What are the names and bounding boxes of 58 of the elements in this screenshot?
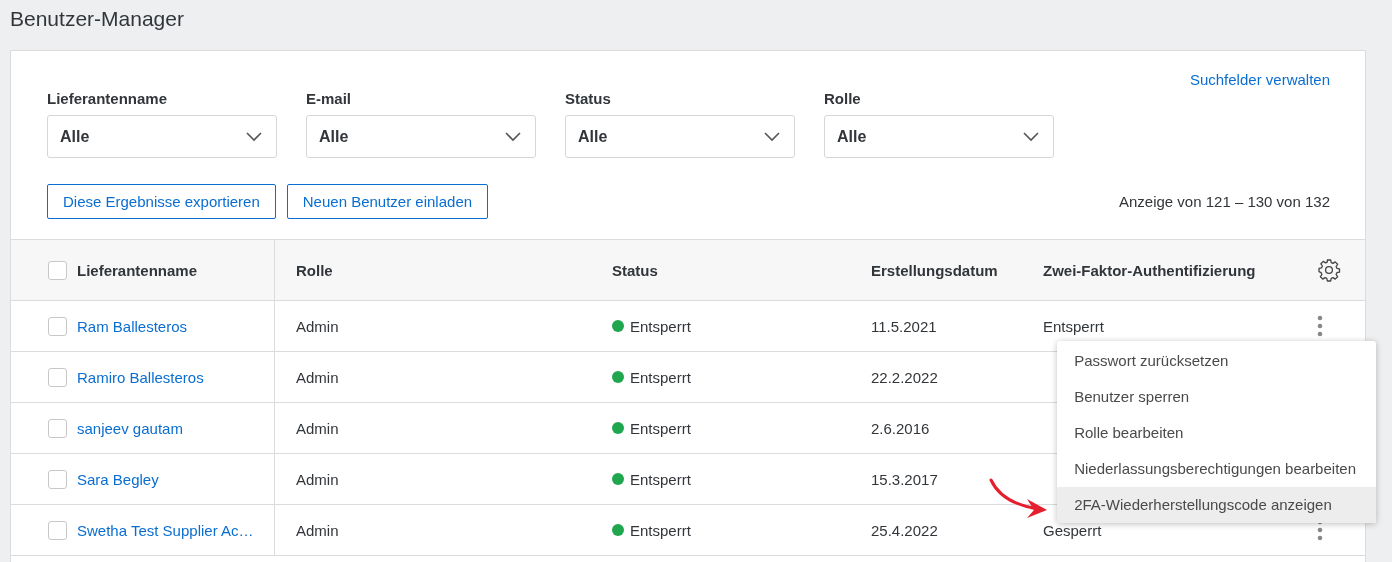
menu-item[interactable]: 2FA-Wiederherstellungscode anzeigen [1057,487,1376,523]
checkbox[interactable] [48,367,67,387]
user-name-link[interactable]: sanjeev gautam [77,419,183,437]
filter-dropdown[interactable]: Alle [565,115,795,158]
filter-label: Status [565,90,612,107]
table-cell: Admin [296,419,339,437]
table-cell: Entsperrt [630,521,691,539]
table-cell: Gesperrt [1043,521,1102,539]
action-button[interactable]: Diese Ergebnisse exportieren [47,184,276,219]
checkbox[interactable] [48,469,67,489]
user-name-link[interactable]: Ramiro Ballesteros [77,368,204,386]
user-name-link[interactable]: Ram Ballesteros [77,317,188,335]
column-header[interactable]: Lieferantenname [77,261,198,279]
page-title: Benutzer-Manager [9,6,185,32]
menu-item[interactable]: Passwort zurücksetzen [1057,343,1376,379]
filter-label: E-mail [306,90,352,107]
table-cell: Entsperrt [630,368,691,386]
chevron-down-icon [505,131,521,142]
column-header[interactable]: Status [612,261,658,279]
chevron-down-icon [764,131,780,142]
filter-dropdown[interactable]: Alle [47,115,277,158]
menu-item[interactable]: Benutzer sperren [1057,379,1376,415]
filter-dropdown[interactable]: Alle [306,115,536,158]
table-cell: Admin [296,470,339,488]
more-options-icon[interactable] [1317,315,1323,337]
menu-item[interactable]: Rolle bearbeiten [1057,415,1376,451]
action-button[interactable]: Neuen Benutzer einladen [286,184,489,219]
result-count: Anzeige von 121 – 130 von 132 [1119,193,1330,210]
checkbox[interactable] [48,260,67,280]
user-name-link[interactable]: Swetha Test Supplier Ac… [77,521,254,539]
checkbox[interactable] [48,418,67,438]
table-cell: Entsperrt [630,419,691,437]
table-cell: 25.4.2022 [871,521,938,539]
table-cell: Entsperrt [630,470,691,488]
table-cell: Admin [296,521,339,539]
table-cell: 11.5.2021 [871,317,937,335]
chevron-down-icon [246,131,262,142]
chevron-down-icon [1023,131,1039,142]
table-cell: 22.2.2022 [871,368,938,386]
settings-icon[interactable] [1317,258,1341,282]
table-cell: Admin [296,317,339,335]
menu-item[interactable]: Niederlassungsberechtigungen bearbeiten [1057,451,1376,487]
table-cell: 15.3.2017 [871,470,938,488]
table-cell: Entsperrt [1043,317,1104,335]
manage-fields-link[interactable]: Suchfelder verwalten [1189,71,1330,158]
column-header[interactable]: Zwei-Faktor-Authentifizierung [1043,261,1256,279]
column-header[interactable]: Rolle [296,261,333,279]
filter-label: Lieferantenname [47,90,169,107]
filter-dropdown[interactable]: Alle [824,115,1054,158]
table-cell: 2.6.2016 [871,419,930,437]
annotation-arrow [989,478,1047,518]
table-cell: Entsperrt [630,317,691,335]
column-header[interactable]: Erstellungsdatum [871,261,998,279]
checkbox[interactable] [48,316,67,336]
filter-label: Rolle [824,90,862,107]
user-name-link[interactable]: Sara Begley [77,470,159,488]
table-cell: Admin [296,368,339,386]
checkbox[interactable] [48,520,67,540]
